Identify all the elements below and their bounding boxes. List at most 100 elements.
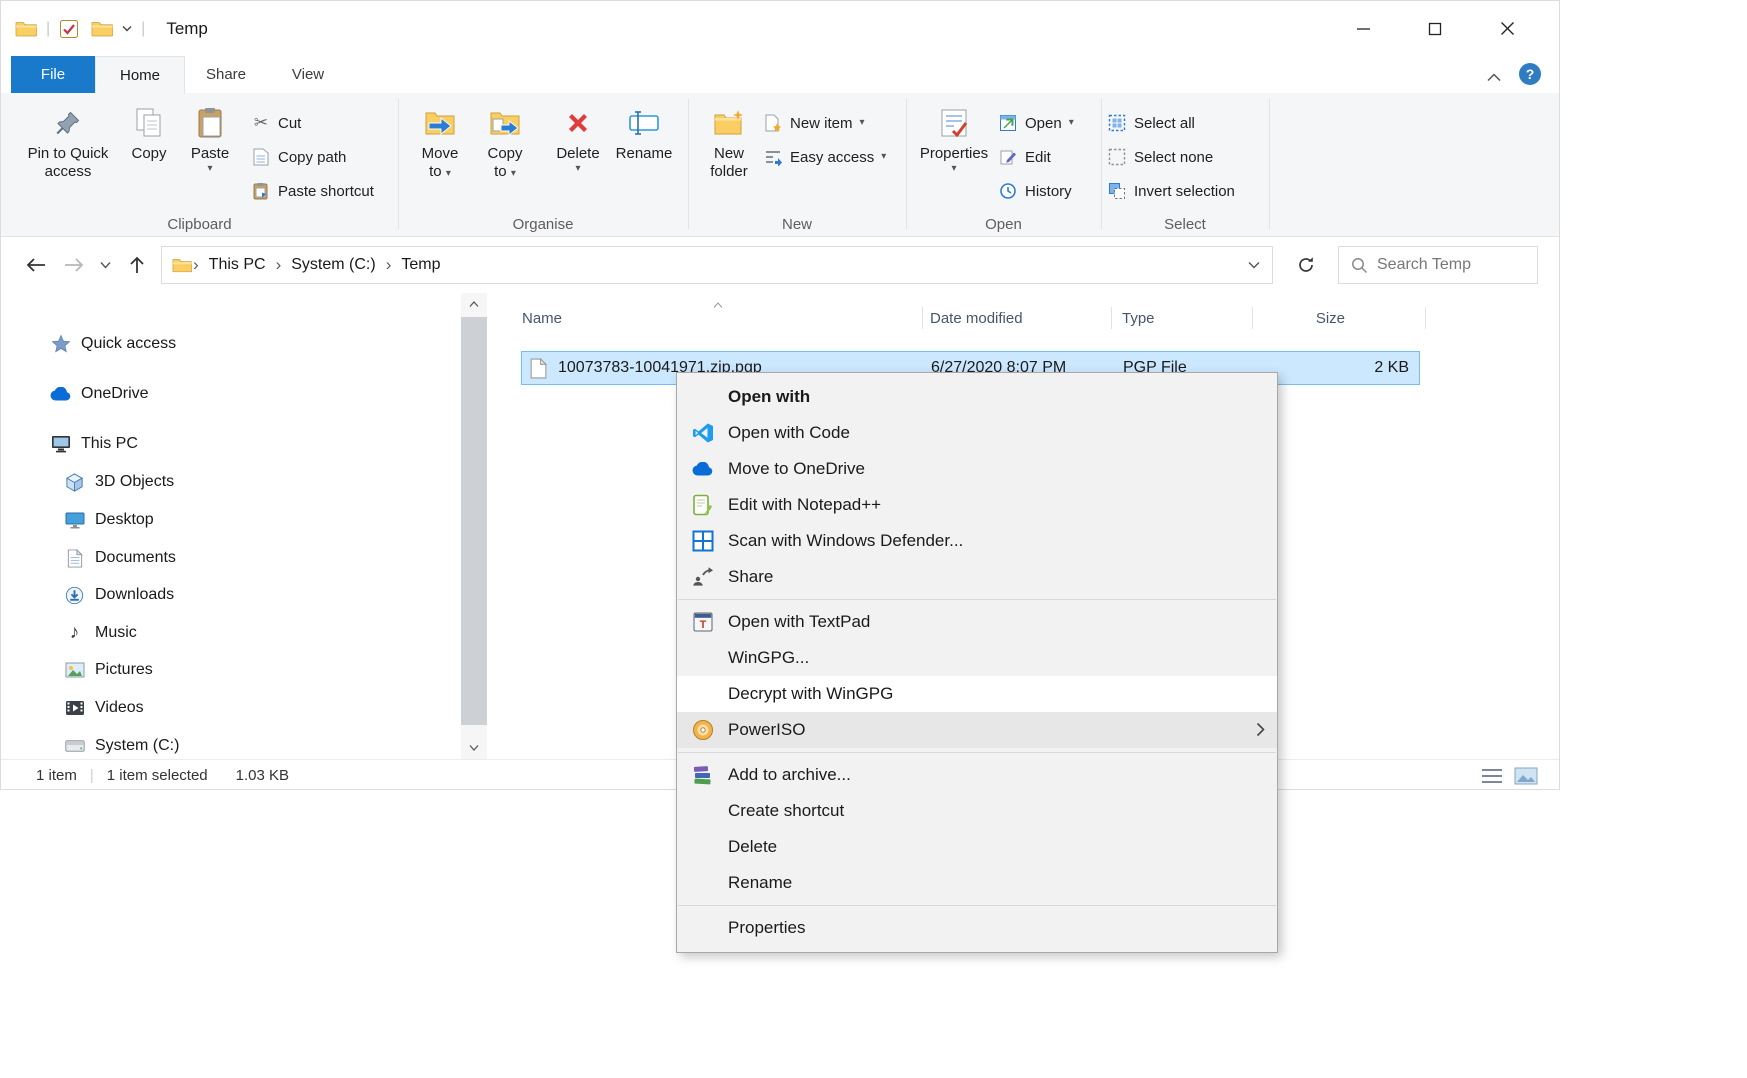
collapse-ribbon-icon[interactable] <box>1487 69 1501 87</box>
sidebar-item-desktop[interactable]: Desktop <box>1 501 459 539</box>
paste-shortcut-button[interactable]: Paste shortcut <box>251 175 374 207</box>
column-header-date-modified[interactable]: Date modified <box>930 301 1100 335</box>
sidebar-item-onedrive[interactable]: OneDrive <box>1 375 459 413</box>
menu-item-wingpg[interactable]: WinGPG... <box>677 640 1277 676</box>
column-header-label: Date modified <box>930 310 1023 327</box>
menu-item-open-with-code[interactable]: Open with Code <box>677 415 1277 451</box>
up-button[interactable] <box>129 255 145 275</box>
menu-item-open-with-textpad[interactable]: T Open with TextPad <box>677 604 1277 640</box>
select-none-label: Select none <box>1134 149 1213 166</box>
sidebar-item-3d-objects[interactable]: 3D Objects <box>1 463 459 501</box>
menu-item-scan-with-defender[interactable]: Scan with Windows Defender... <box>677 523 1277 559</box>
back-button[interactable] <box>25 257 47 273</box>
qat-new-folder-icon[interactable] <box>91 20 113 37</box>
sidebar-item-quick-access[interactable]: Quick access <box>1 325 459 363</box>
menu-item-open-with[interactable]: Open with <box>677 379 1277 415</box>
paste-button[interactable]: Paste ▾ <box>181 101 239 175</box>
menu-item-decrypt-with-wingpg[interactable]: Decrypt with WinGPG <box>677 676 1277 712</box>
breadcrumb-chevron[interactable]: › <box>275 255 283 275</box>
delete-button[interactable]: Delete ▾ <box>549 101 607 175</box>
pin-to-quick-access-button[interactable]: Pin to Quick access <box>21 101 115 181</box>
copy-path-button[interactable]: Copy path <box>251 141 346 173</box>
menu-item-share[interactable]: Share <box>677 559 1277 595</box>
breadcrumb-chevron[interactable]: › <box>385 255 393 275</box>
column-divider[interactable] <box>1111 307 1112 329</box>
menu-item-create-shortcut[interactable]: Create shortcut <box>677 793 1277 829</box>
breadcrumb-chevron[interactable]: › <box>192 255 200 275</box>
tab-share[interactable]: Share <box>185 56 267 93</box>
sidebar-scrollbar[interactable] <box>461 293 487 759</box>
address-dropdown-icon[interactable] <box>1236 256 1272 274</box>
menu-item-move-to-onedrive[interactable]: Move to OneDrive <box>677 451 1277 487</box>
sidebar-item-documents[interactable]: Documents <box>1 539 459 577</box>
column-header-name[interactable]: Name <box>522 301 912 335</box>
music-note-icon: ♪ <box>63 622 86 644</box>
qat-dropdown-icon[interactable] <box>122 25 132 32</box>
help-icon[interactable]: ? <box>1519 63 1541 85</box>
star-icon <box>49 334 72 354</box>
easy-access-button[interactable]: Easy access ▾ <box>763 141 886 173</box>
breadcrumb-drive[interactable]: System (C:) <box>282 247 384 283</box>
refresh-button[interactable] <box>1285 246 1327 284</box>
copy-button[interactable]: Copy <box>121 101 177 163</box>
menu-item-delete[interactable]: Delete <box>677 829 1277 865</box>
sidebar-item-videos[interactable]: Videos <box>1 689 459 727</box>
sidebar-item-music[interactable]: ♪ Music <box>1 614 459 652</box>
new-item-button[interactable]: New item ▾ <box>763 107 865 139</box>
properties-button[interactable]: Properties ▾ <box>920 101 988 175</box>
column-header-size[interactable]: Size <box>1252 301 1425 335</box>
breadcrumb-folder[interactable]: Temp <box>392 247 449 283</box>
sidebar-item-downloads[interactable]: Downloads <box>1 576 459 614</box>
column-divider[interactable] <box>1252 307 1253 329</box>
menu-item-label: Open with Code <box>728 423 850 443</box>
recent-locations-icon[interactable] <box>100 261 111 269</box>
column-header-type[interactable]: Type <box>1122 301 1242 335</box>
select-none-button[interactable]: Select none <box>1107 141 1213 173</box>
invert-selection-button[interactable]: Invert selection <box>1107 175 1235 207</box>
ribbon-home: Pin to Quick access Copy Paste ▾ ✂ Cut <box>1 93 1559 237</box>
chevron-down-icon: ▾ <box>881 151 886 163</box>
new-folder-button[interactable]: New folder <box>698 101 760 181</box>
details-view-button[interactable] <box>1477 764 1507 788</box>
tab-home[interactable]: Home <box>95 56 185 94</box>
menu-item-poweriso[interactable]: PowerISO <box>677 712 1277 748</box>
menu-item-label: Open with TextPad <box>728 612 870 632</box>
menu-item-rename[interactable]: Rename <box>677 865 1277 901</box>
rename-button[interactable]: Rename <box>612 101 676 163</box>
search-input[interactable] <box>1377 256 1526 274</box>
sidebar-item-label: Documents <box>95 549 176 567</box>
move-to-button[interactable]: Move to ▾ <box>411 101 469 181</box>
selection-size: 1.03 KB <box>236 767 289 784</box>
column-divider[interactable] <box>1425 307 1426 329</box>
menu-item-edit-with-notepadpp[interactable]: Edit with Notepad++ <box>677 487 1277 523</box>
menu-item-add-to-archive[interactable]: Add to archive... <box>677 757 1277 793</box>
close-button[interactable] <box>1471 1 1543 56</box>
scroll-up-icon[interactable] <box>461 293 487 315</box>
copy-to-button[interactable]: Copy to ▾ <box>476 101 534 181</box>
paste-icon <box>197 105 223 141</box>
menu-item-properties[interactable]: Properties <box>677 910 1277 946</box>
thumbnail-view-button[interactable] <box>1511 764 1541 788</box>
history-button[interactable]: History <box>998 175 1072 207</box>
sidebar-item-label: Desktop <box>95 511 154 529</box>
pin-icon <box>55 105 81 141</box>
qat-properties-icon[interactable] <box>59 19 79 39</box>
sidebar-item-this-pc[interactable]: This PC <box>1 425 459 463</box>
minimize-button[interactable] <box>1327 1 1399 56</box>
breadcrumb-this-pc[interactable]: This PC <box>200 247 275 283</box>
computer-icon <box>49 435 72 453</box>
menu-item-label: Scan with Windows Defender... <box>728 531 963 551</box>
tab-view[interactable]: View <box>267 56 349 93</box>
maximize-button[interactable] <box>1399 1 1471 56</box>
tab-file[interactable]: File <box>11 56 95 93</box>
open-button[interactable]: Open ▾ <box>998 107 1074 139</box>
forward-button[interactable] <box>63 257 85 273</box>
cut-button[interactable]: ✂ Cut <box>251 107 301 139</box>
scroll-down-icon[interactable] <box>461 737 487 759</box>
sidebar-item-pictures[interactable]: Pictures <box>1 651 459 689</box>
edit-button[interactable]: Edit <box>998 141 1051 173</box>
title-bar: | | Temp <box>1 1 1559 56</box>
scrollbar-thumb[interactable] <box>461 317 487 725</box>
select-all-button[interactable]: Select all <box>1107 107 1195 139</box>
column-divider[interactable] <box>922 307 923 329</box>
